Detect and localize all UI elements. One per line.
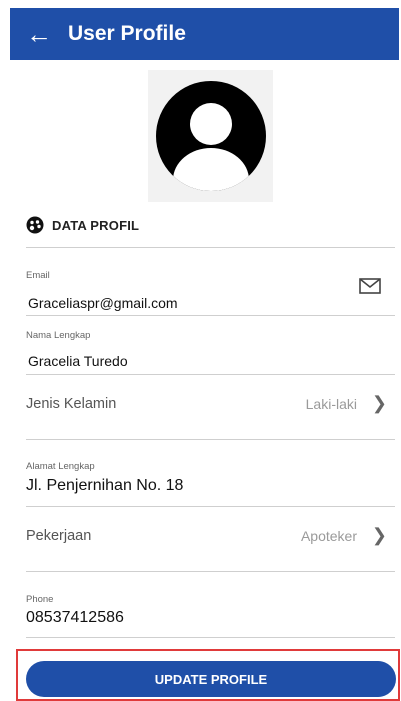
job-label: Pekerjaan — [26, 528, 92, 544]
name-label: Nama Lengkap — [26, 330, 91, 341]
divider — [26, 506, 395, 507]
avatar[interactable] — [148, 70, 273, 202]
phone-field[interactable]: 08537412586 — [26, 609, 124, 627]
page-title: User Profile — [68, 22, 186, 45]
section-header: DATA PROFIL — [26, 216, 139, 234]
divider — [26, 439, 395, 440]
email-field[interactable]: Graceliaspr@gmail.com — [28, 295, 178, 311]
divider — [26, 315, 395, 316]
mail-icon[interactable] — [359, 278, 381, 294]
divider — [26, 637, 395, 638]
email-label: Email — [26, 270, 50, 281]
address-field[interactable]: Jl. Penjernihan No. 18 — [26, 477, 183, 495]
job-value[interactable]: Apoteker — [301, 528, 357, 544]
gender-label: Jenis Kelamin — [26, 396, 117, 412]
name-field[interactable]: Gracelia Turedo — [28, 353, 128, 369]
phone-label: Phone — [26, 594, 54, 605]
chevron-right-icon[interactable]: ❯ — [372, 525, 387, 546]
divider — [26, 374, 395, 375]
gender-value[interactable]: Laki-laki — [306, 396, 357, 412]
app-bar: ← User Profile — [10, 8, 399, 60]
user-avatar-icon — [156, 81, 266, 191]
palette-icon — [26, 216, 44, 234]
chevron-right-icon[interactable]: ❯ — [372, 393, 387, 414]
address-label: Alamat Lengkap — [26, 461, 95, 472]
divider — [26, 571, 395, 572]
divider — [26, 247, 395, 248]
back-arrow-icon[interactable]: ← — [10, 19, 68, 50]
update-profile-button[interactable]: UPDATE PROFILE — [26, 661, 396, 697]
section-title: DATA PROFIL — [52, 217, 140, 233]
